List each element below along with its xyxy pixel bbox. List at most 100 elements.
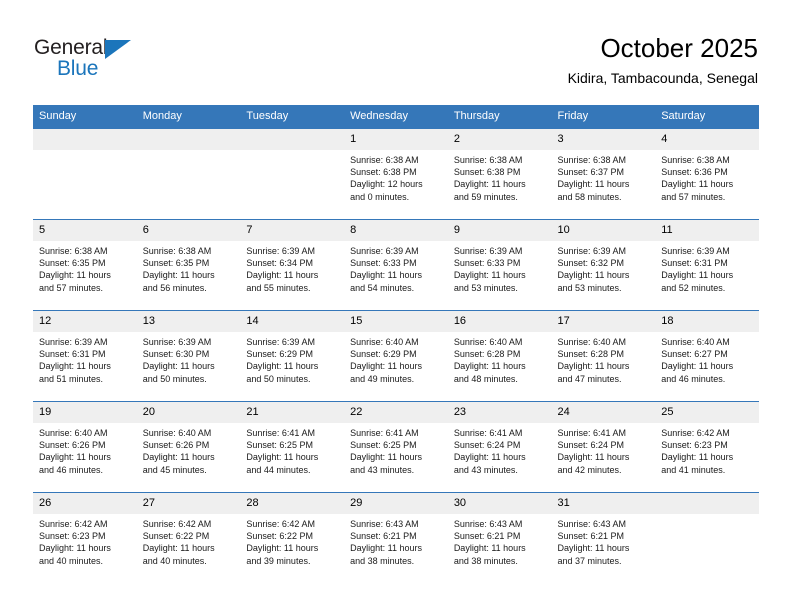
sunset-time: Sunset: 6:21 PM <box>453 531 521 542</box>
sunset-time: Sunset: 6:29 PM <box>350 349 417 360</box>
day-number: 27 <box>136 493 241 514</box>
calendar-empty-cell <box>655 492 759 583</box>
calendar-day-cell[interactable]: 22 Sunrise: 6:41 AM Sunset: 6:25 PM Dayligh… <box>344 401 448 493</box>
day-cell-inner: 4 Sunrise: 6:38 AM Sunset: 6:36 PM Daylight… <box>655 129 759 219</box>
daylight-duration-line1: Daylight: 11 hours <box>246 543 319 554</box>
day-cell-inner: 25 Sunrise: 6:42 AM Sunset: 6:23 PM Dayligh… <box>655 402 759 492</box>
calendar-day-cell[interactable]: 14 Sunrise: 6:39 AM Sunset: 6:29 PM Dayligh… <box>240 310 345 402</box>
day-number: 14 <box>240 311 345 332</box>
calendar-day-cell[interactable]: 7 Sunrise: 6:39 AM Sunset: 6:34 PM Daylight… <box>240 219 345 311</box>
calendar-day-cell[interactable]: 23 Sunrise: 6:41 AM Sunset: 6:24 PM Dayligh… <box>447 401 552 493</box>
day-cell-inner <box>655 493 759 583</box>
daylight-duration-line2: and 43 minutes. <box>350 464 415 475</box>
daylight-duration-line1: Daylight: 11 hours <box>246 361 319 372</box>
calendar-header-row: Sunday Monday Tuesday Wednesday Thursday… <box>33 105 759 129</box>
sunrise-time: Sunrise: 6:39 AM <box>453 246 523 256</box>
calendar-empty-cell <box>136 128 241 220</box>
daylight-duration-line2: and 50 minutes. <box>246 373 311 384</box>
calendar-day-cell[interactable]: 13 Sunrise: 6:39 AM Sunset: 6:30 PM Dayligh… <box>136 310 241 402</box>
calendar-day-cell[interactable]: 29 Sunrise: 6:43 AM Sunset: 6:21 PM Dayligh… <box>344 492 448 583</box>
daylight-duration-line1: Daylight: 11 hours <box>661 361 734 372</box>
sunrise-time: Sunrise: 6:40 AM <box>453 337 523 347</box>
daylight-duration-line2: and 38 minutes. <box>350 555 415 566</box>
sunset-time: Sunset: 6:26 PM <box>142 440 210 451</box>
daylight-duration-line1: Daylight: 11 hours <box>661 270 734 281</box>
calendar-day-cell[interactable]: 25 Sunrise: 6:42 AM Sunset: 6:23 PM Dayligh… <box>655 401 759 493</box>
daylight-duration-line1: Daylight: 11 hours <box>39 452 111 463</box>
calendar-day-cell[interactable]: 15 Sunrise: 6:40 AM Sunset: 6:29 PM Dayligh… <box>344 310 448 402</box>
sunrise-time: Sunrise: 6:38 AM <box>661 155 730 165</box>
daylight-duration-line1: Daylight: 11 hours <box>557 361 630 372</box>
daylight-duration-line2: and 46 minutes. <box>661 373 726 384</box>
calendar-week-row: 5 Sunrise: 6:38 AM Sunset: 6:35 PM Daylight… <box>33 219 759 311</box>
daylight-duration-line1: Daylight: 11 hours <box>350 452 422 463</box>
daylight-duration-line1: Daylight: 11 hours <box>246 270 319 281</box>
day-cell-inner: 2 Sunrise: 6:38 AM Sunset: 6:38 PM Daylight… <box>447 129 552 219</box>
calendar-day-cell[interactable]: 30 Sunrise: 6:43 AM Sunset: 6:21 PM Dayligh… <box>447 492 552 583</box>
sunrise-time: Sunrise: 6:43 AM <box>453 519 523 529</box>
day-number: 29 <box>344 493 448 514</box>
sunset-time: Sunset: 6:28 PM <box>557 349 625 360</box>
calendar-day-cell[interactable]: 8 Sunrise: 6:39 AM Sunset: 6:33 PM Daylight… <box>344 219 448 311</box>
calendar-day-cell[interactable]: 5 Sunrise: 6:38 AM Sunset: 6:35 PM Daylight… <box>33 219 137 311</box>
calendar-day-cell[interactable]: 2 Sunrise: 6:38 AM Sunset: 6:38 PM Daylight… <box>447 128 552 220</box>
sunset-time: Sunset: 6:30 PM <box>142 349 210 360</box>
day-details: Sunrise: 6:40 AM Sunset: 6:26 PM Daylight:… <box>33 423 137 476</box>
daylight-duration-line1: Daylight: 11 hours <box>39 543 111 554</box>
daylight-duration-line2: and 56 minutes. <box>142 282 207 293</box>
calendar-day-cell[interactable]: 26 Sunrise: 6:42 AM Sunset: 6:23 PM Dayligh… <box>33 492 137 583</box>
day-details: Sunrise: 6:41 AM Sunset: 6:24 PM Daylight:… <box>448 423 552 476</box>
calendar-week-row: 19 Sunrise: 6:40 AM Sunset: 6:26 PM Dayligh… <box>33 401 759 493</box>
calendar-day-cell[interactable]: 17 Sunrise: 6:40 AM Sunset: 6:28 PM Dayligh… <box>551 310 656 402</box>
day-number: 10 <box>551 220 656 241</box>
calendar-day-cell[interactable]: 31 Sunrise: 6:43 AM Sunset: 6:21 PM Dayligh… <box>551 492 656 583</box>
sunrise-time: Sunrise: 6:40 AM <box>661 337 730 347</box>
daylight-duration-line2: and 59 minutes. <box>453 191 518 202</box>
day-number: 9 <box>447 220 552 241</box>
day-number: 15 <box>344 311 448 332</box>
calendar-day-cell[interactable]: 3 Sunrise: 6:38 AM Sunset: 6:37 PM Daylight… <box>551 128 656 220</box>
calendar-day-cell[interactable]: 18 Sunrise: 6:40 AM Sunset: 6:27 PM Dayligh… <box>655 310 759 402</box>
sunrise-time: Sunrise: 6:39 AM <box>557 246 627 256</box>
daylight-duration-line1: Daylight: 11 hours <box>350 543 422 554</box>
calendar-day-cell[interactable]: 28 Sunrise: 6:42 AM Sunset: 6:22 PM Dayligh… <box>240 492 345 583</box>
day-details: Sunrise: 6:39 AM Sunset: 6:31 PM Daylight:… <box>33 332 137 385</box>
daylight-duration-line2: and 49 minutes. <box>350 373 415 384</box>
calendar-day-cell[interactable]: 1 Sunrise: 6:38 AM Sunset: 6:38 PM Daylight… <box>344 128 448 220</box>
calendar-day-cell[interactable]: 16 Sunrise: 6:40 AM Sunset: 6:28 PM Dayligh… <box>447 310 552 402</box>
daylight-duration-line2: and 48 minutes. <box>453 373 518 384</box>
sunset-time: Sunset: 6:32 PM <box>557 258 625 269</box>
calendar-day-cell[interactable]: 9 Sunrise: 6:39 AM Sunset: 6:33 PM Daylight… <box>447 219 552 311</box>
sunset-time: Sunset: 6:36 PM <box>661 167 728 178</box>
sunset-time: Sunset: 6:27 PM <box>661 349 728 360</box>
daylight-duration-line2: and 38 minutes. <box>453 555 518 566</box>
daylight-duration-line1: Daylight: 11 hours <box>557 179 630 190</box>
calendar-day-cell[interactable]: 10 Sunrise: 6:39 AM Sunset: 6:32 PM Dayligh… <box>551 219 656 311</box>
sunset-time: Sunset: 6:24 PM <box>453 440 521 451</box>
day-details: Sunrise: 6:43 AM Sunset: 6:21 PM Daylight:… <box>448 514 552 567</box>
calendar-day-cell[interactable]: 4 Sunrise: 6:38 AM Sunset: 6:36 PM Daylight… <box>655 128 759 220</box>
calendar-day-cell[interactable]: 27 Sunrise: 6:42 AM Sunset: 6:22 PM Dayligh… <box>136 492 241 583</box>
day-details: Sunrise: 6:41 AM Sunset: 6:25 PM Daylight:… <box>240 423 344 476</box>
weekday-header-saturday: Saturday <box>655 105 759 129</box>
daylight-duration-line2: and 53 minutes. <box>453 282 518 293</box>
sunset-time: Sunset: 6:34 PM <box>246 258 313 269</box>
sunrise-time: Sunrise: 6:40 AM <box>142 428 212 438</box>
daylight-duration-line2: and 42 minutes. <box>557 464 622 475</box>
calendar-day-cell[interactable]: 20 Sunrise: 6:40 AM Sunset: 6:26 PM Dayligh… <box>136 401 241 493</box>
daylight-duration-line1: Daylight: 11 hours <box>350 270 422 281</box>
calendar-day-cell[interactable]: 19 Sunrise: 6:40 AM Sunset: 6:26 PM Dayligh… <box>33 401 137 493</box>
calendar-day-cell[interactable]: 12 Sunrise: 6:39 AM Sunset: 6:31 PM Dayligh… <box>33 310 137 402</box>
day-cell-inner: 30 Sunrise: 6:43 AM Sunset: 6:21 PM Dayligh… <box>447 493 552 583</box>
day-cell-inner: 17 Sunrise: 6:40 AM Sunset: 6:28 PM Dayligh… <box>551 311 656 401</box>
calendar-day-cell[interactable]: 6 Sunrise: 6:38 AM Sunset: 6:35 PM Daylight… <box>136 219 241 311</box>
weekday-header-sunday: Sunday <box>33 105 137 129</box>
calendar-day-cell[interactable]: 11 Sunrise: 6:39 AM Sunset: 6:31 PM Dayligh… <box>655 219 759 311</box>
daylight-duration-line2: and 39 minutes. <box>246 555 311 566</box>
calendar-day-cell[interactable]: 21 Sunrise: 6:41 AM Sunset: 6:25 PM Dayligh… <box>240 401 345 493</box>
day-details <box>33 150 137 154</box>
day-cell-inner <box>136 129 241 219</box>
weekday-header-tuesday: Tuesday <box>240 105 345 129</box>
calendar-day-cell[interactable]: 24 Sunrise: 6:41 AM Sunset: 6:24 PM Dayligh… <box>551 401 656 493</box>
day-details: Sunrise: 6:42 AM Sunset: 6:23 PM Daylight:… <box>655 423 759 476</box>
